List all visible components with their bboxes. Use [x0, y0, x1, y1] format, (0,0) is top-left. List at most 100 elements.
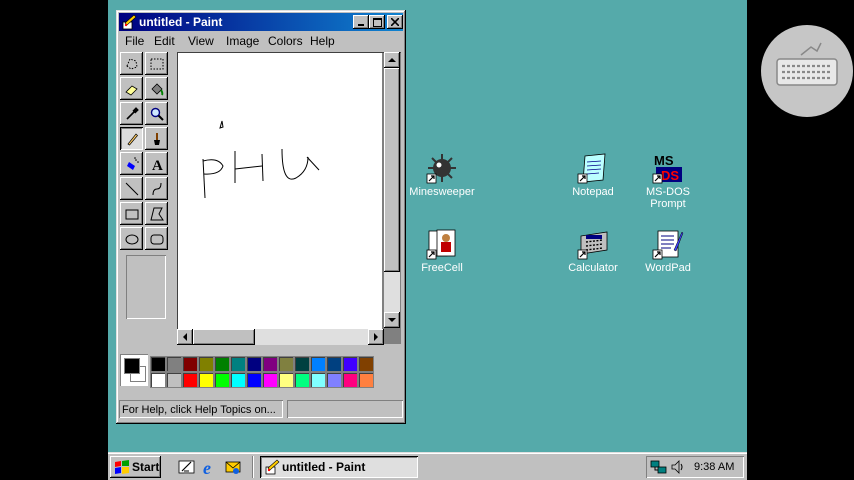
palette-color-swatch[interactable] — [310, 356, 326, 372]
brush-tool[interactable] — [145, 127, 168, 150]
palette-color-swatch[interactable] — [182, 356, 198, 372]
menu-image[interactable]: Image — [226, 34, 259, 48]
horizontal-scrollbar[interactable] — [177, 329, 384, 345]
airbrush-tool[interactable] — [120, 152, 143, 175]
scroll-right-button[interactable] — [368, 329, 384, 345]
desktop-icon-calculator[interactable]: Calculator — [555, 228, 631, 274]
palette-color-swatch[interactable] — [150, 372, 166, 388]
show-desktop-icon[interactable] — [178, 458, 196, 476]
virtual-keyboard-button[interactable] — [761, 25, 853, 117]
menu-colors[interactable]: Colors — [268, 34, 303, 48]
windows-logo-icon — [115, 460, 129, 474]
desktop-icon-minesweeper[interactable]: Minesweeper — [404, 152, 480, 198]
curve-tool[interactable] — [145, 177, 168, 200]
line-tool[interactable] — [120, 177, 143, 200]
palette-color-swatch[interactable] — [310, 372, 326, 388]
paint-window: untitled - Paint File Edit View Image Co… — [116, 10, 406, 424]
status-coordinates — [287, 400, 403, 418]
desktop-icon-wordpad[interactable]: WordPad — [630, 228, 706, 274]
ellipse-tool[interactable] — [120, 227, 143, 250]
rectangle-icon — [125, 209, 138, 219]
network-icon[interactable] — [650, 459, 668, 475]
taskbar-separator — [252, 456, 254, 478]
start-button[interactable]: Start — [110, 456, 161, 478]
foreground-color — [124, 358, 140, 374]
desktop-icon-notepad[interactable]: Notepad — [555, 152, 631, 198]
arrow-up-icon — [388, 58, 396, 62]
palette-color-swatch[interactable] — [214, 372, 230, 388]
polygon-tool[interactable] — [145, 202, 168, 225]
palette-color-swatch[interactable] — [230, 356, 246, 372]
palette-color-swatch[interactable] — [214, 356, 230, 372]
horizontal-scroll-thumb[interactable] — [193, 329, 255, 345]
menu-help[interactable]: Help — [310, 34, 335, 48]
palette-color-swatch[interactable] — [358, 372, 374, 388]
palette-color-swatch[interactable] — [326, 356, 342, 372]
title-bar[interactable]: untitled - Paint — [119, 13, 403, 31]
arrow-left-icon — [183, 333, 187, 341]
maximize-icon — [372, 17, 382, 27]
select-tool[interactable] — [145, 52, 168, 75]
palette-color-swatch[interactable] — [262, 356, 278, 372]
free-form-select-tool[interactable] — [120, 52, 143, 75]
palette-color-swatch[interactable] — [246, 372, 262, 388]
scroll-down-button[interactable] — [384, 312, 400, 328]
paint-app-icon — [265, 459, 280, 475]
desktop-icon-freecell[interactable]: FreeCell — [404, 228, 480, 274]
pick-color-tool[interactable] — [120, 102, 143, 125]
msdos-icon: MS DS — [652, 153, 682, 184]
menu-file[interactable]: File — [125, 34, 144, 48]
internet-explorer-icon[interactable]: e — [202, 458, 220, 476]
palette-color-swatch[interactable] — [230, 372, 246, 388]
palette-color-swatch[interactable] — [166, 356, 182, 372]
desktop-icon-label: WordPad — [645, 262, 691, 274]
palette-color-swatch[interactable] — [358, 356, 374, 372]
drawing-canvas[interactable] — [178, 53, 382, 329]
rectangle-tool[interactable] — [120, 202, 143, 225]
desktop-icon-label-line2: Prompt — [650, 198, 686, 210]
eraser-tool[interactable] — [120, 77, 143, 100]
taskbar-button-paint[interactable]: untitled - Paint — [260, 456, 418, 478]
pencil-icon — [126, 132, 138, 145]
palette-color-swatch[interactable] — [246, 356, 262, 372]
menu-edit[interactable]: Edit — [154, 34, 175, 48]
eraser-icon — [124, 84, 138, 96]
rounded-rect-icon — [150, 234, 163, 244]
palette-color-swatch[interactable] — [198, 372, 214, 388]
fill-tool[interactable] — [145, 77, 168, 100]
palette-color-swatch[interactable] — [294, 372, 310, 388]
outlook-express-icon[interactable] — [224, 458, 242, 476]
polygon-icon — [149, 207, 164, 220]
palette-color-swatch[interactable] — [150, 356, 166, 372]
calculator-icon — [577, 231, 608, 260]
scroll-up-button[interactable] — [384, 52, 400, 68]
vertical-scrollbar[interactable] — [384, 52, 400, 328]
palette-color-swatch[interactable] — [342, 372, 358, 388]
palette-color-swatch[interactable] — [262, 372, 278, 388]
text-tool[interactable]: A — [145, 152, 168, 175]
palette-color-swatch[interactable] — [326, 372, 342, 388]
arrow-down-icon — [388, 318, 396, 322]
palette-color-swatch[interactable] — [166, 372, 182, 388]
magnifier-tool[interactable] — [145, 102, 168, 125]
minimize-button[interactable] — [353, 15, 369, 29]
palette-color-swatch[interactable] — [342, 356, 358, 372]
palette-color-swatch[interactable] — [294, 356, 310, 372]
palette-color-swatch[interactable] — [278, 356, 294, 372]
desktop-icon-label: Minesweeper — [409, 186, 475, 198]
palette-color-swatch[interactable] — [278, 372, 294, 388]
desktop[interactable]: untitled - Paint File Edit View Image Co… — [108, 0, 747, 480]
menu-view[interactable]: View — [188, 34, 214, 48]
desktop-icon-msdos-prompt[interactable]: MS DS MS-DOS Prompt — [630, 152, 706, 210]
tool-options-box[interactable] — [126, 255, 166, 319]
pencil-tool[interactable] — [120, 127, 143, 150]
rounded-rectangle-tool[interactable] — [145, 227, 168, 250]
palette-color-swatch[interactable] — [182, 372, 198, 388]
clock[interactable]: 9:38 AM — [694, 461, 734, 473]
volume-icon[interactable] — [670, 459, 686, 475]
close-button[interactable] — [387, 15, 403, 29]
scroll-left-button[interactable] — [177, 329, 193, 345]
maximize-button[interactable] — [369, 15, 385, 29]
palette-color-swatch[interactable] — [198, 356, 214, 372]
vertical-scroll-thumb[interactable] — [384, 68, 400, 272]
